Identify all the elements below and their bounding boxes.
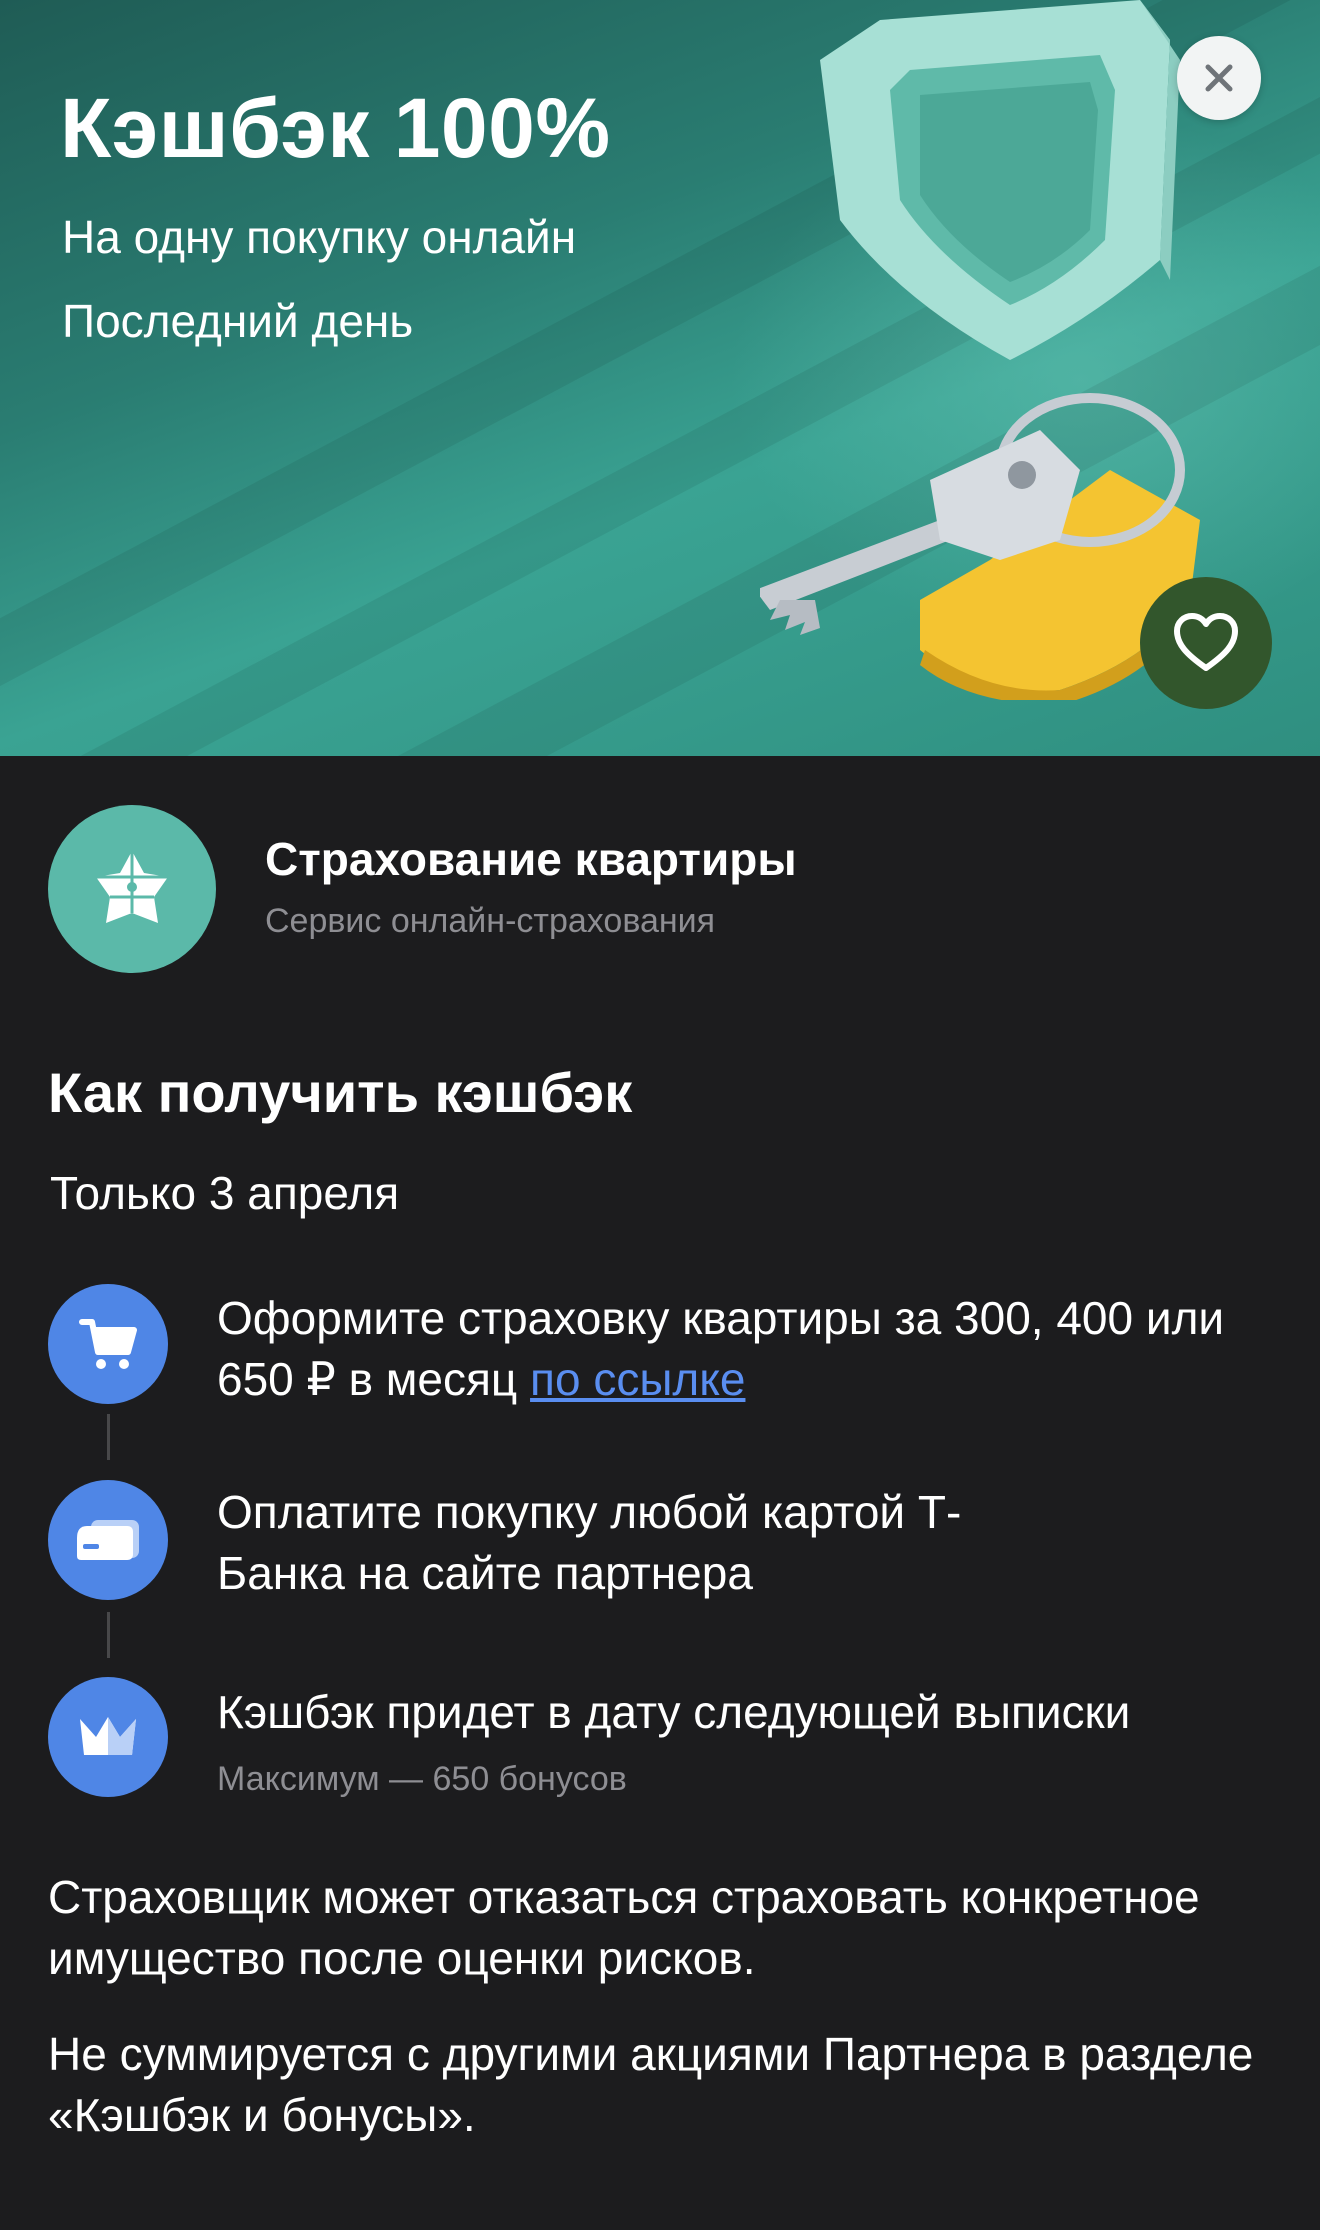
section-title: Как получить кэшбэк	[48, 1061, 633, 1124]
promo-link[interactable]: по ссылке	[530, 1353, 745, 1405]
partner-logo	[48, 805, 216, 973]
step-3-note: Максимум — 650 бонусов	[217, 1760, 627, 1798]
partner-name: Страхование квартиры	[265, 833, 797, 885]
favorite-button[interactable]	[1140, 577, 1272, 709]
promo-date: Только 3 апреля	[50, 1167, 400, 1219]
disclaimer-combination: Не суммируется с другими акциями Партнер…	[48, 2028, 1254, 2141]
banner-subtitle: На одну покупку онлайн	[62, 211, 577, 263]
cart-icon	[79, 1319, 137, 1369]
card-icon	[77, 1520, 139, 1560]
step-2-text: Оплатите покупку любой картой Т-Банка на…	[217, 1486, 962, 1599]
partner-description: Сервис онлайн-страхования	[265, 902, 716, 940]
disclaimer-insurer: Страховщик может отказаться страховать к…	[48, 1871, 1200, 1984]
step-2-icon-circle	[48, 1480, 168, 1600]
heart-icon	[1174, 613, 1238, 671]
step-connector	[107, 1414, 110, 1460]
close-icon	[1205, 64, 1233, 92]
step-1-text: Оформите страховку квартиры за 300, 400 …	[217, 1288, 1297, 1410]
step-3-text: Кэшбэк придет в дату следующей выписки	[217, 1686, 1131, 1738]
promo-banner: Кэшбэк 100% На одну покупку онлайн После…	[0, 0, 1320, 756]
step-1-icon-circle	[48, 1284, 168, 1404]
umbrella-icon	[96, 851, 168, 923]
banner-title: Кэшбэк 100%	[60, 81, 611, 175]
banner-deadline: Последний день	[62, 295, 414, 347]
close-button[interactable]	[1177, 36, 1261, 120]
crown-icon	[80, 1717, 136, 1755]
step-connector	[107, 1612, 110, 1658]
step-3-icon-circle	[48, 1677, 168, 1797]
